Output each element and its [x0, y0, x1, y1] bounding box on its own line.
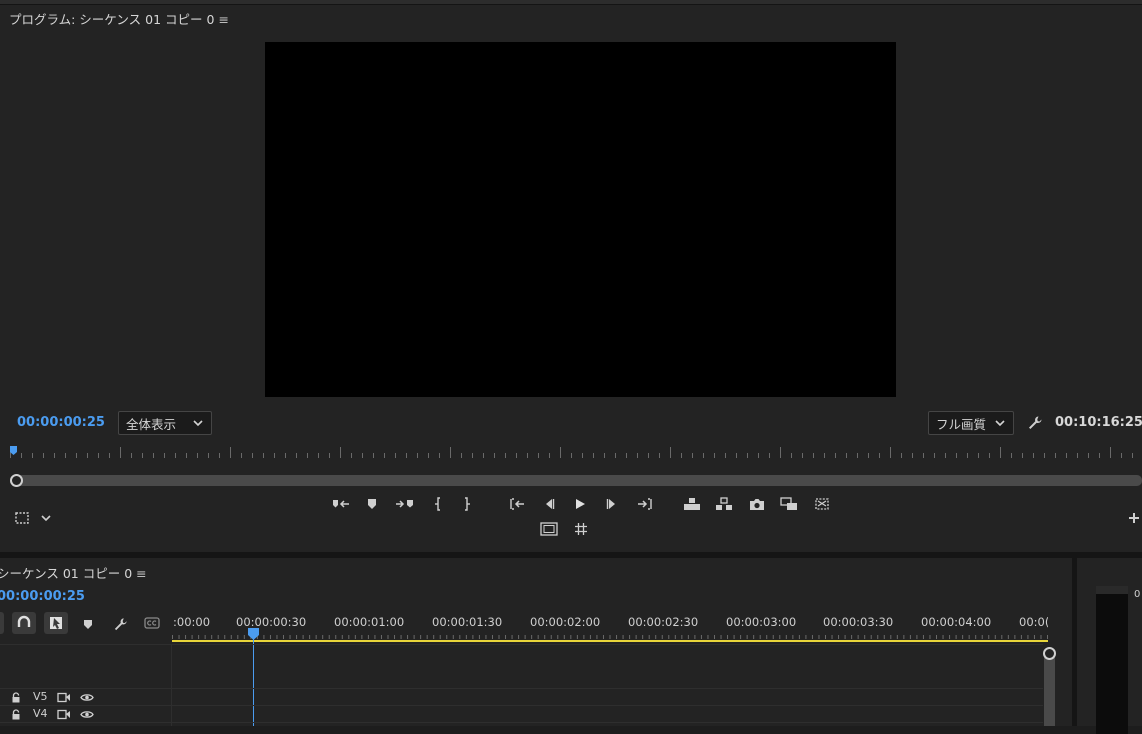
timeline-scrollbar-handle[interactable] [1043, 647, 1056, 660]
program-time-ruler[interactable] [10, 443, 1142, 461]
video-preview [265, 42, 896, 397]
plus-icon[interactable] [1126, 510, 1142, 526]
mark-out-icon[interactable] [459, 496, 475, 512]
chevron-down-icon[interactable] [38, 511, 54, 525]
eye-icon[interactable] [80, 709, 94, 720]
linked-selection-icon [50, 617, 62, 629]
timeline-time-ruler[interactable] [172, 630, 1050, 644]
timeline-current-timecode[interactable]: 00:00:00:25 [0, 589, 85, 604]
insert-nest-button[interactable] [0, 612, 4, 634]
playback-resolution-select[interactable]: フル画質 [928, 411, 1014, 435]
ruler-label: 00:00:03:00 [726, 615, 797, 629]
zoom-level-select[interactable]: 全体表示 [118, 411, 212, 435]
program-monitor-title[interactable]: プログラム: シーケンス 01 コピー 0 ≡ [9, 9, 229, 28]
panel-menu-icon[interactable]: ≡ [218, 12, 228, 27]
add-marker-icon[interactable] [80, 616, 96, 632]
mark-in-marker-icon[interactable] [330, 496, 352, 512]
ruler-label: 00:00:01:30 [432, 615, 503, 629]
zoom-scrollbar-handle[interactable] [10, 474, 23, 487]
track-area-top [0, 644, 1043, 645]
snap-button[interactable] [12, 612, 36, 634]
wrench-icon[interactable] [111, 615, 129, 633]
track-header-v4: V4 [0, 706, 172, 723]
lift-icon[interactable] [681, 496, 703, 512]
track-header-v5: V5 [0, 689, 172, 706]
go-to-in-icon[interactable] [507, 496, 527, 512]
add-marker-icon[interactable] [363, 496, 381, 512]
ruler-label: 00:0( [1019, 615, 1048, 629]
compare-view-icon[interactable] [778, 496, 800, 512]
ruler-label: 00:00:04:00 [921, 615, 992, 629]
step-back-icon[interactable] [540, 496, 558, 512]
wrench-icon[interactable] [1025, 414, 1045, 432]
vr-video-icon[interactable] [811, 496, 833, 512]
linked-selection-button[interactable] [44, 612, 68, 634]
lock-icon[interactable] [11, 692, 21, 703]
timeline-playhead-handle[interactable] [248, 628, 259, 640]
ruler-label: 00:00:00:30 [236, 615, 307, 629]
eye-icon[interactable] [80, 692, 94, 703]
lock-icon[interactable] [11, 709, 21, 720]
track-name: V5 [33, 690, 48, 703]
grid-icon[interactable] [572, 521, 590, 537]
panel-menu-icon[interactable]: ≡ [136, 566, 146, 581]
timeline-title[interactable]: シーケンス 01 コピー 0 ≡ [0, 563, 147, 582]
zoom-level-value: 全体表示 [126, 416, 177, 432]
mark-out-marker-icon[interactable] [394, 496, 416, 512]
timeline-vertical-scrollbar[interactable] [1044, 652, 1055, 726]
audio-meter-bar [1096, 586, 1128, 734]
program-current-timecode[interactable]: 00:00:00:25 [17, 415, 105, 430]
select-zoom-icon[interactable] [13, 510, 31, 526]
export-frame-icon[interactable] [747, 496, 767, 512]
program-monitor-title-text: プログラム: シーケンス 01 コピー 0 [9, 12, 215, 27]
chevron-down-icon [995, 420, 1005, 427]
step-forward-icon[interactable] [603, 496, 621, 512]
playback-resolution-value: フル画質 [936, 416, 987, 432]
program-duration-timecode: 00:10:16:25 [1055, 415, 1142, 430]
panel-top-edge [0, 0, 1142, 5]
zoom-scrollbar[interactable] [10, 475, 1142, 486]
audio-meter-label: 0 [1134, 589, 1141, 600]
ruler-label: :00:00 [173, 615, 211, 629]
chevron-down-icon [193, 420, 203, 427]
ruler-label: 00:00:01:00 [334, 615, 405, 629]
timeline-title-text: シーケンス 01 コピー 0 [0, 566, 133, 581]
mark-in-icon[interactable] [430, 496, 446, 512]
timeline-playhead-line[interactable] [253, 636, 254, 726]
track-name: V4 [33, 707, 48, 720]
program-playhead [10, 446, 17, 455]
sync-lock-icon[interactable] [57, 709, 71, 720]
magnet-icon [17, 615, 31, 627]
ruler-label: 00:00:02:30 [628, 615, 699, 629]
go-to-out-icon[interactable] [635, 496, 655, 512]
sync-lock-icon[interactable] [57, 692, 71, 703]
play-icon[interactable] [571, 496, 589, 512]
ruler-label: 00:00:03:30 [823, 615, 894, 629]
extract-icon[interactable] [713, 496, 735, 512]
captions-icon[interactable] [143, 615, 161, 631]
safe-margins-icon[interactable] [539, 521, 559, 537]
ruler-label: 00:00:02:00 [530, 615, 601, 629]
